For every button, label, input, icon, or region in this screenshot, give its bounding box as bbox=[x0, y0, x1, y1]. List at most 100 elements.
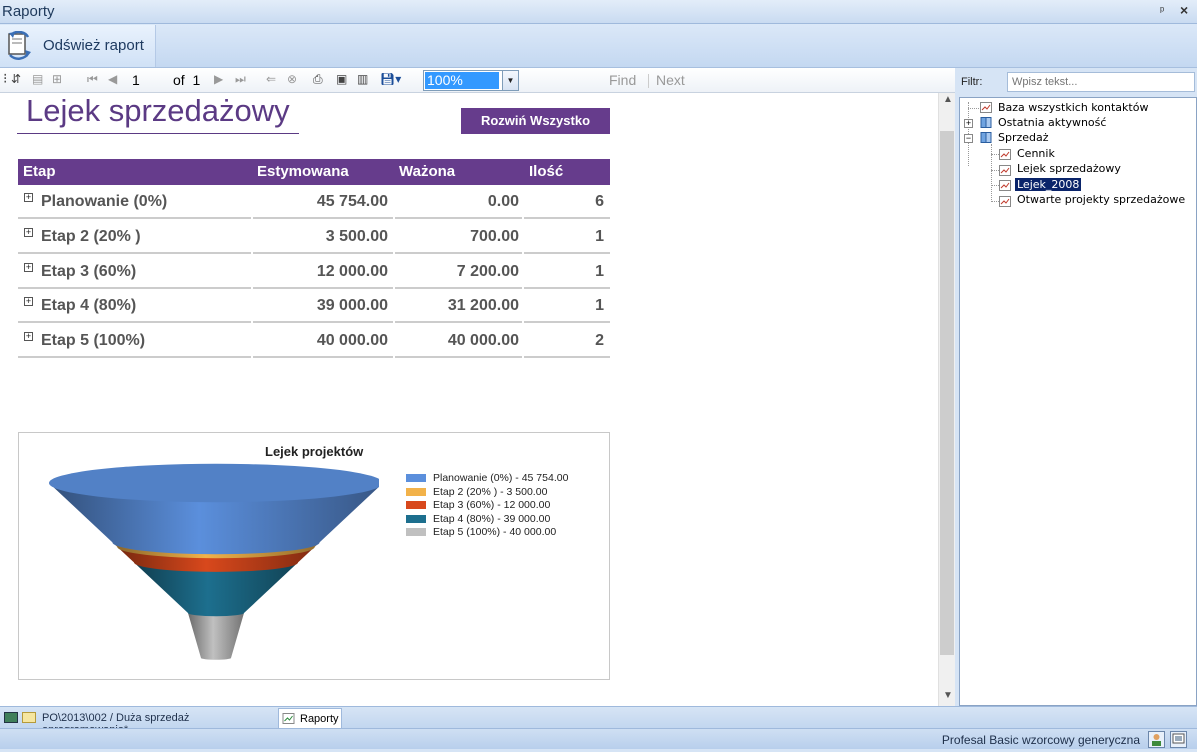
last-page-icon[interactable]: ⏭ bbox=[235, 72, 246, 87]
expand-row-icon[interactable]: + bbox=[24, 228, 33, 237]
row-estymowana: 39 000.00 bbox=[316, 297, 388, 314]
book-folder-icon bbox=[980, 117, 992, 128]
first-page-icon[interactable]: ⏮ bbox=[87, 72, 98, 87]
table-row: + Etap 5 (100%) 40 000.00 40 000.00 2 bbox=[18, 324, 610, 358]
tree-collapse-icon[interactable]: − bbox=[964, 134, 973, 143]
tree-item-lejek-2008[interactable]: Lejek_2008 bbox=[1015, 178, 1082, 191]
legend-swatch bbox=[406, 514, 426, 523]
tree-item-otwarte-projekty[interactable]: Otwarte projekty sprzedażowe bbox=[1017, 193, 1185, 206]
expand-row-icon[interactable]: + bbox=[24, 193, 33, 202]
table-row: + Etap 3 (60%) 12 000.00 7 200.00 1 bbox=[18, 255, 610, 289]
page-setup-icon[interactable]: ▥ bbox=[357, 72, 368, 86]
row-etap: Etap 3 (60%) bbox=[41, 263, 137, 280]
close-icon[interactable]: × bbox=[1180, 2, 1188, 18]
tree-item-baza-kontaktow[interactable]: Baza wszystkich kontaktów bbox=[998, 101, 1148, 114]
stop-icon[interactable]: ⊗ bbox=[287, 72, 297, 86]
parent-report-icon[interactable]: ⇵ bbox=[11, 72, 21, 86]
tree-connector bbox=[991, 201, 999, 202]
row-divider bbox=[18, 356, 251, 358]
tree-item-sprzedaz[interactable]: Sprzedaż bbox=[998, 131, 1049, 144]
funnel-segment-4 bbox=[188, 613, 244, 660]
tree-item-cennik[interactable]: Cennik bbox=[1017, 147, 1055, 160]
row-divider bbox=[18, 252, 251, 254]
parameters-icon[interactable]: ⊞ bbox=[52, 72, 62, 86]
print-layout-icon[interactable]: ▣ bbox=[336, 72, 347, 86]
print-icon[interactable]: ⎙ bbox=[313, 72, 323, 87]
document-map-icon[interactable]: ▤ bbox=[32, 72, 43, 86]
find-link[interactable]: Find bbox=[609, 72, 636, 88]
row-wazona: 40 000.00 bbox=[447, 332, 519, 349]
scroll-up-icon[interactable]: ▲ bbox=[943, 94, 953, 105]
chart-report-icon bbox=[999, 180, 1011, 191]
row-etap: Etap 2 (20% ) bbox=[41, 228, 141, 245]
funnel-top-ellipse bbox=[49, 463, 379, 503]
funnel-chart: Lejek projektów Planowanie (0%) - 45 754… bbox=[18, 432, 610, 680]
row-divider bbox=[18, 217, 251, 219]
tree-expand-icon[interactable]: + bbox=[964, 119, 973, 128]
tree-connector bbox=[991, 170, 999, 171]
tab-raporty[interactable]: Raporty bbox=[278, 708, 342, 729]
next-page-icon[interactable]: ▶ bbox=[214, 72, 223, 86]
row-ilosc: 1 bbox=[595, 228, 604, 245]
tree-item-ostatnia-aktywnosc[interactable]: Ostatnia aktywność bbox=[998, 116, 1106, 129]
pin-icon[interactable]: ᵖ bbox=[1160, 5, 1164, 17]
row-estymowana: 3 500.00 bbox=[325, 228, 388, 245]
find-next-separator bbox=[648, 74, 649, 88]
col-ilosc: Ilość bbox=[529, 163, 564, 180]
refresh-report-button[interactable]: Odśwież raport bbox=[0, 25, 156, 67]
row-divider bbox=[18, 321, 251, 323]
chevron-down-icon[interactable]: ▼ bbox=[502, 71, 518, 90]
filter-label: Filtr: bbox=[961, 76, 983, 88]
chart-report-icon bbox=[282, 713, 295, 724]
zoom-select[interactable]: 100% ▼ bbox=[423, 70, 519, 91]
col-wazona: Ważona bbox=[399, 163, 456, 180]
next-link[interactable]: Next bbox=[656, 72, 685, 88]
row-estymowana: 40 000.00 bbox=[316, 332, 388, 349]
tree-connector bbox=[991, 185, 999, 186]
row-divider bbox=[395, 252, 522, 254]
window-title: Raporty bbox=[2, 3, 55, 20]
row-ilosc: 1 bbox=[595, 263, 604, 280]
folder-icon bbox=[22, 712, 36, 723]
document-tabbar: PO\2013\002 / Duża sprzedaż oprogramowan… bbox=[0, 706, 1197, 736]
table-row: + Etap 4 (80%) 39 000.00 31 200.00 1 bbox=[18, 289, 610, 323]
book-folder-icon bbox=[980, 132, 992, 143]
previous-page-icon[interactable]: ◀ bbox=[108, 72, 117, 86]
zoom-value: 100% bbox=[425, 72, 499, 89]
user-icon[interactable] bbox=[1148, 731, 1165, 748]
funnel-svg bbox=[49, 463, 379, 660]
expand-all-button[interactable]: Rozwiń Wszystko bbox=[461, 108, 610, 134]
report-scrollbar[interactable]: ▲ ▼ bbox=[938, 93, 955, 706]
tree-item-lejek-sprzedazowy[interactable]: Lejek sprzedażowy bbox=[1017, 162, 1121, 175]
scroll-down-icon[interactable]: ▼ bbox=[943, 690, 953, 701]
reports-tree-panel: Filtr: Baza wszystkich kontaktów + Ostat… bbox=[955, 68, 1197, 706]
chart-report-icon bbox=[999, 165, 1011, 176]
scrollbar-thumb[interactable] bbox=[940, 131, 954, 655]
window-titlebar: Raporty ᵖ × bbox=[0, 0, 1197, 24]
legend-label: Planowanie (0%) - 45 754.00 bbox=[433, 472, 569, 484]
table-row: + Etap 2 (20% ) 3 500.00 700.00 1 bbox=[18, 220, 610, 254]
page-of-label: of 1 bbox=[173, 72, 201, 88]
expand-row-icon[interactable]: + bbox=[24, 332, 33, 341]
save-export-icon[interactable]: 💾︎▾ bbox=[380, 72, 401, 86]
row-divider bbox=[253, 217, 393, 219]
expand-row-icon[interactable]: + bbox=[24, 263, 33, 272]
row-divider bbox=[395, 356, 522, 358]
row-divider bbox=[395, 217, 522, 219]
tab-raporty-label: Raporty bbox=[300, 713, 339, 725]
tab-project[interactable]: PO\2013\002 / Duża sprzedaż oprogramowan… bbox=[2, 709, 277, 736]
back-icon[interactable]: ⇐ bbox=[266, 72, 276, 86]
row-divider bbox=[253, 356, 393, 358]
page-number-input[interactable] bbox=[128, 71, 164, 89]
row-ilosc: 6 bbox=[595, 193, 604, 210]
settings-screen-icon[interactable] bbox=[1170, 731, 1187, 748]
legend-swatch bbox=[406, 528, 426, 536]
report-title: Lejek sprzedażowy bbox=[26, 93, 290, 128]
filter-input[interactable] bbox=[1007, 72, 1195, 92]
chart-report-icon bbox=[999, 196, 1011, 207]
legend-label: Etap 3 (60%) - 12 000.00 bbox=[433, 499, 551, 511]
row-divider bbox=[524, 217, 610, 219]
row-wazona: 31 200.00 bbox=[447, 297, 519, 314]
expand-row-icon[interactable]: + bbox=[24, 297, 33, 306]
row-ilosc: 2 bbox=[595, 332, 604, 349]
